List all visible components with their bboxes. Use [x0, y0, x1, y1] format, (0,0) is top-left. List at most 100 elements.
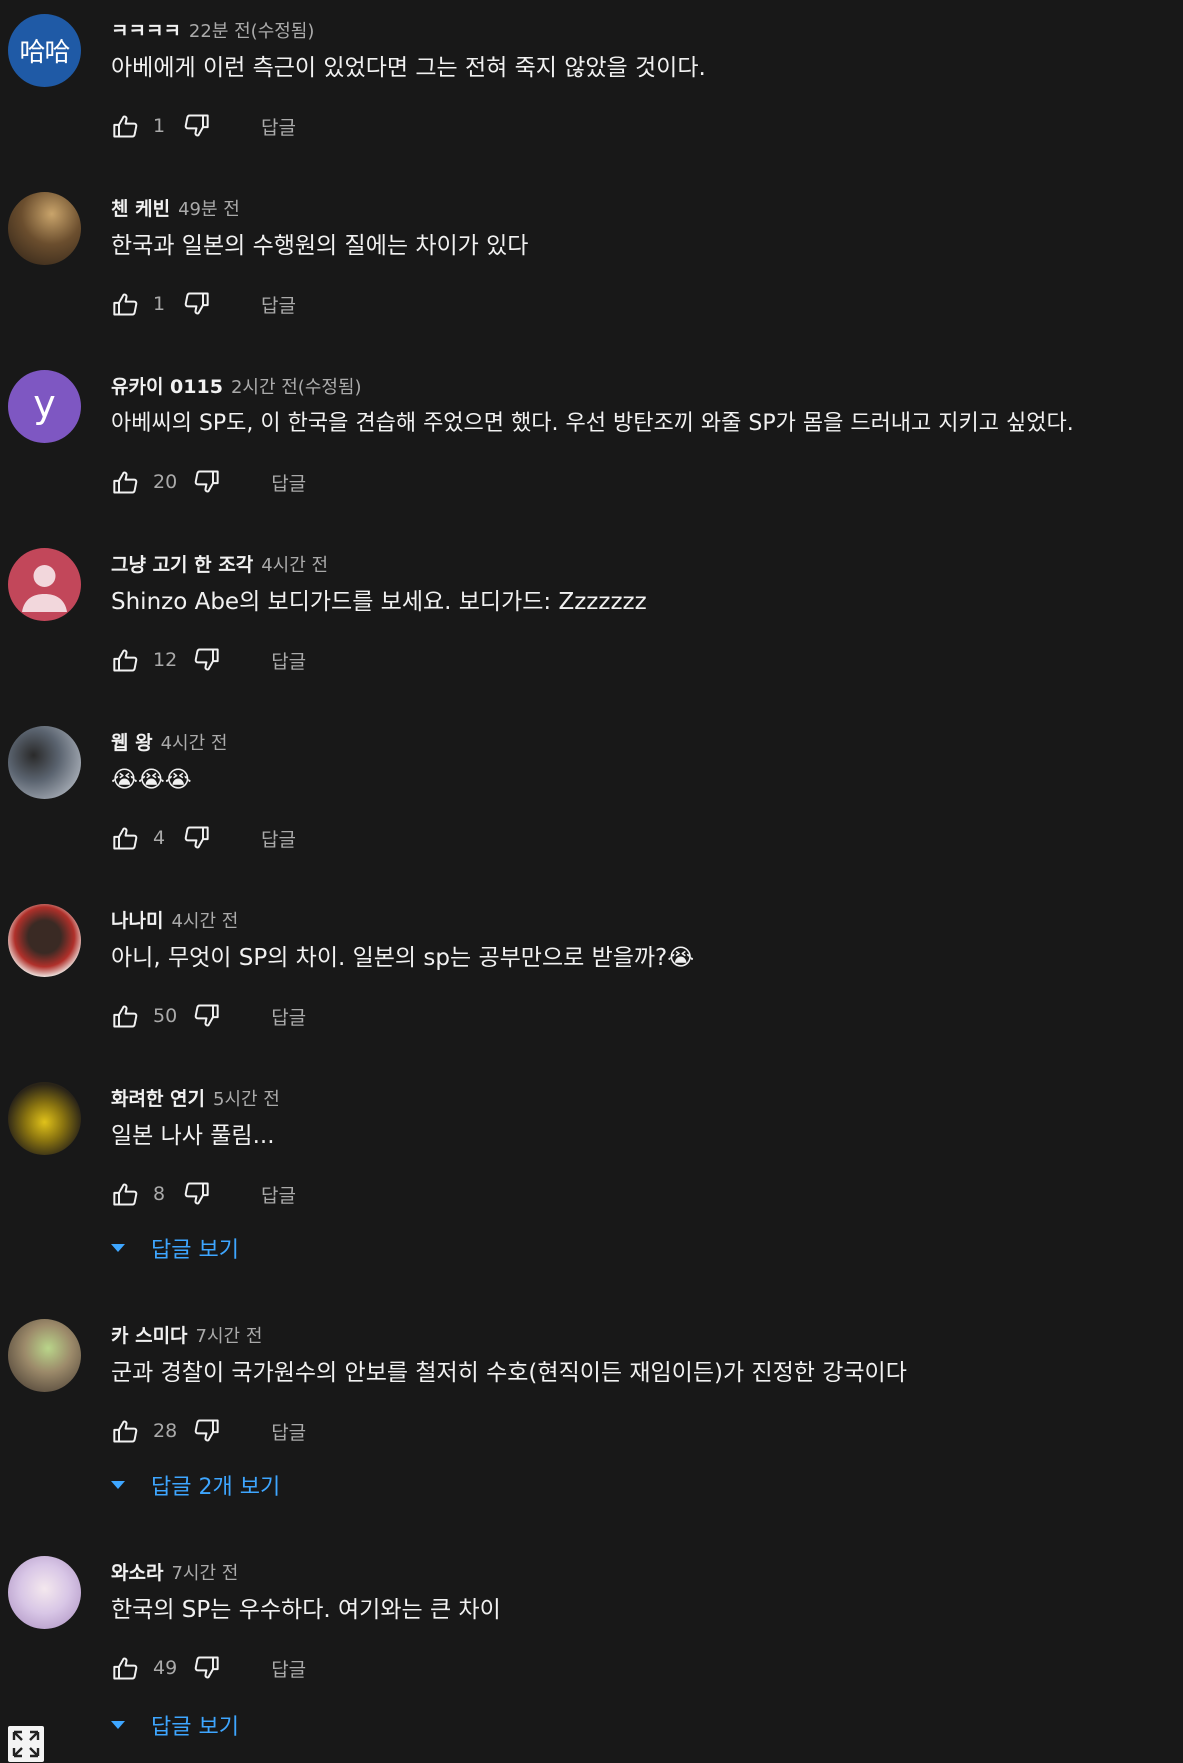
comment-header: 카 스미다 7시간 전	[111, 1321, 262, 1351]
author-name[interactable]: 화려한 연기	[111, 1084, 205, 1111]
like-count: 4	[153, 827, 166, 849]
author-name[interactable]: 그냥 고기 한 조각	[111, 550, 253, 577]
comment-actions: 1 답글	[111, 290, 296, 318]
author-name[interactable]: 나나미	[111, 906, 163, 933]
comment-actions: 12 답글	[111, 646, 306, 674]
comment-header: 그냥 고기 한 조각 4시간 전	[111, 550, 328, 580]
comment-actions: 28 답글	[111, 1417, 306, 1445]
comment-time[interactable]: 7시간 전	[171, 1559, 238, 1585]
like-icon[interactable]	[111, 646, 141, 674]
author-name[interactable]: 와소라	[111, 1558, 163, 1585]
dislike-icon[interactable]	[191, 1654, 221, 1682]
comment-time[interactable]: 4시간 전	[261, 551, 328, 577]
reply-button[interactable]: 답글	[261, 291, 296, 318]
person-icon	[22, 565, 67, 612]
reply-button[interactable]: 답글	[261, 113, 296, 140]
comment-actions: 4 답글	[111, 824, 296, 852]
avatar[interactable]	[8, 726, 81, 799]
like-icon[interactable]	[111, 468, 141, 496]
like-icon[interactable]	[111, 1417, 141, 1445]
dislike-icon[interactable]	[181, 824, 211, 852]
dislike-icon[interactable]	[181, 290, 211, 318]
author-name[interactable]: 유카이 0115	[111, 372, 223, 399]
comment-time[interactable]: 22분 전(수정됨)	[189, 17, 314, 43]
dislike-icon[interactable]	[191, 468, 221, 496]
view-replies-button[interactable]: 답글 보기	[107, 1232, 239, 1264]
comment-header: 웹 왕 4시간 전	[111, 728, 227, 758]
avatar[interactable]	[8, 192, 81, 265]
reply-button[interactable]: 답글	[261, 825, 296, 852]
comment-text: 아니, 무엇이 SP의 차이. 일본의 sp는 공부만으로 받을까?😭	[111, 945, 695, 971]
comment-text: 아베에게 이런 측근이 있었다면 그는 전혀 죽지 않았을 것이다.	[111, 55, 706, 81]
comment-text: Shinzo Abe의 보디가드를 보세요. 보디가드: Zzzzzzz	[111, 589, 647, 615]
author-name[interactable]: 첸 케빈	[111, 194, 170, 221]
view-replies-label: 답글 보기	[151, 1715, 239, 1740]
avatar[interactable]: y	[8, 370, 81, 443]
comment-header: ㅋㅋㅋㅋ 22분 전(수정됨)	[111, 16, 314, 46]
comment-header: 나나미 4시간 전	[111, 906, 238, 936]
comment-actions: 49 답글	[111, 1654, 306, 1682]
comment-actions: 50 답글	[111, 1002, 306, 1030]
like-icon[interactable]	[111, 290, 141, 318]
comment-time[interactable]: 5시간 전	[213, 1085, 280, 1111]
avatar[interactable]: 哈哈	[8, 14, 81, 87]
avatar[interactable]	[8, 548, 81, 621]
author-name[interactable]: ㅋㅋㅋㅋ	[111, 16, 181, 43]
comment-time[interactable]: 7시간 전	[196, 1322, 263, 1348]
comment-text: 한국과 일본의 수행원의 질에는 차이가 있다	[111, 233, 529, 259]
like-icon[interactable]	[111, 1002, 141, 1030]
dislike-icon[interactable]	[181, 112, 211, 140]
fullscreen-icon[interactable]	[8, 1726, 44, 1762]
like-icon[interactable]	[111, 112, 141, 140]
reply-button[interactable]: 답글	[271, 1418, 306, 1445]
like-count: 49	[153, 1657, 178, 1679]
reply-button[interactable]: 답글	[271, 647, 306, 674]
like-icon[interactable]	[111, 1654, 141, 1682]
comment-text: 군과 경찰이 국가원수의 안보를 철저히 수호(현직이든 재임이든)가 진정한 …	[111, 1360, 907, 1386]
like-count: 50	[153, 1005, 178, 1027]
dislike-icon[interactable]	[181, 1180, 211, 1208]
avatar[interactable]	[8, 1082, 81, 1155]
dislike-icon[interactable]	[191, 1002, 221, 1030]
view-replies-button[interactable]: 답글 2개 보기	[107, 1469, 280, 1501]
avatar[interactable]	[8, 904, 81, 977]
like-count: 20	[153, 471, 178, 493]
caret-down-icon	[107, 1714, 129, 1736]
avatar[interactable]	[8, 1556, 81, 1629]
comment-time[interactable]: 2시간 전(수정됨)	[231, 373, 362, 399]
reply-button[interactable]: 답글	[271, 1003, 306, 1030]
comment-time[interactable]: 4시간 전	[171, 907, 238, 933]
comment-text: 😭😭😭	[111, 767, 192, 793]
comment-header: 유카이 0115 2시간 전(수정됨)	[111, 372, 362, 402]
comment-text: 아베씨의 SP도, 이 한국을 견습해 주었으면 했다. 우선 방탄조끼 와줄 …	[111, 411, 1074, 436]
like-count: 8	[153, 1183, 166, 1205]
reply-button[interactable]: 답글	[271, 469, 306, 496]
caret-down-icon	[107, 1237, 129, 1259]
comment-header: 첸 케빈 49분 전	[111, 194, 240, 224]
like-count: 12	[153, 649, 178, 671]
view-replies-button[interactable]: 답글 보기	[107, 1709, 239, 1741]
view-replies-label: 답글 보기	[151, 1238, 239, 1263]
comment-text: 일본 나사 풀림...	[111, 1123, 275, 1149]
like-icon[interactable]	[111, 1180, 141, 1208]
comment-time[interactable]: 49분 전	[178, 195, 240, 221]
caret-down-icon	[107, 1474, 129, 1496]
author-name[interactable]: 카 스미다	[111, 1321, 188, 1348]
avatar[interactable]	[8, 1319, 81, 1392]
like-icon[interactable]	[111, 824, 141, 852]
view-replies-label: 답글 2개 보기	[151, 1475, 281, 1500]
like-count: 1	[153, 293, 166, 315]
reply-button[interactable]: 답글	[271, 1655, 306, 1682]
author-name[interactable]: 웹 왕	[111, 728, 153, 755]
like-count: 1	[153, 115, 166, 137]
avatar-text: 哈哈	[19, 38, 70, 68]
comment-actions: 8 답글	[111, 1180, 296, 1208]
comment-time[interactable]: 4시간 전	[161, 729, 228, 755]
comment-text: 한국의 SP는 우수하다. 여기와는 큰 차이	[111, 1597, 501, 1623]
dislike-icon[interactable]	[191, 1417, 221, 1445]
comment-header: 화려한 연기 5시간 전	[111, 1084, 280, 1114]
comment-actions: 1 답글	[111, 112, 296, 140]
dislike-icon[interactable]	[191, 646, 221, 674]
reply-button[interactable]: 답글	[261, 1181, 296, 1208]
like-count: 28	[153, 1420, 178, 1442]
